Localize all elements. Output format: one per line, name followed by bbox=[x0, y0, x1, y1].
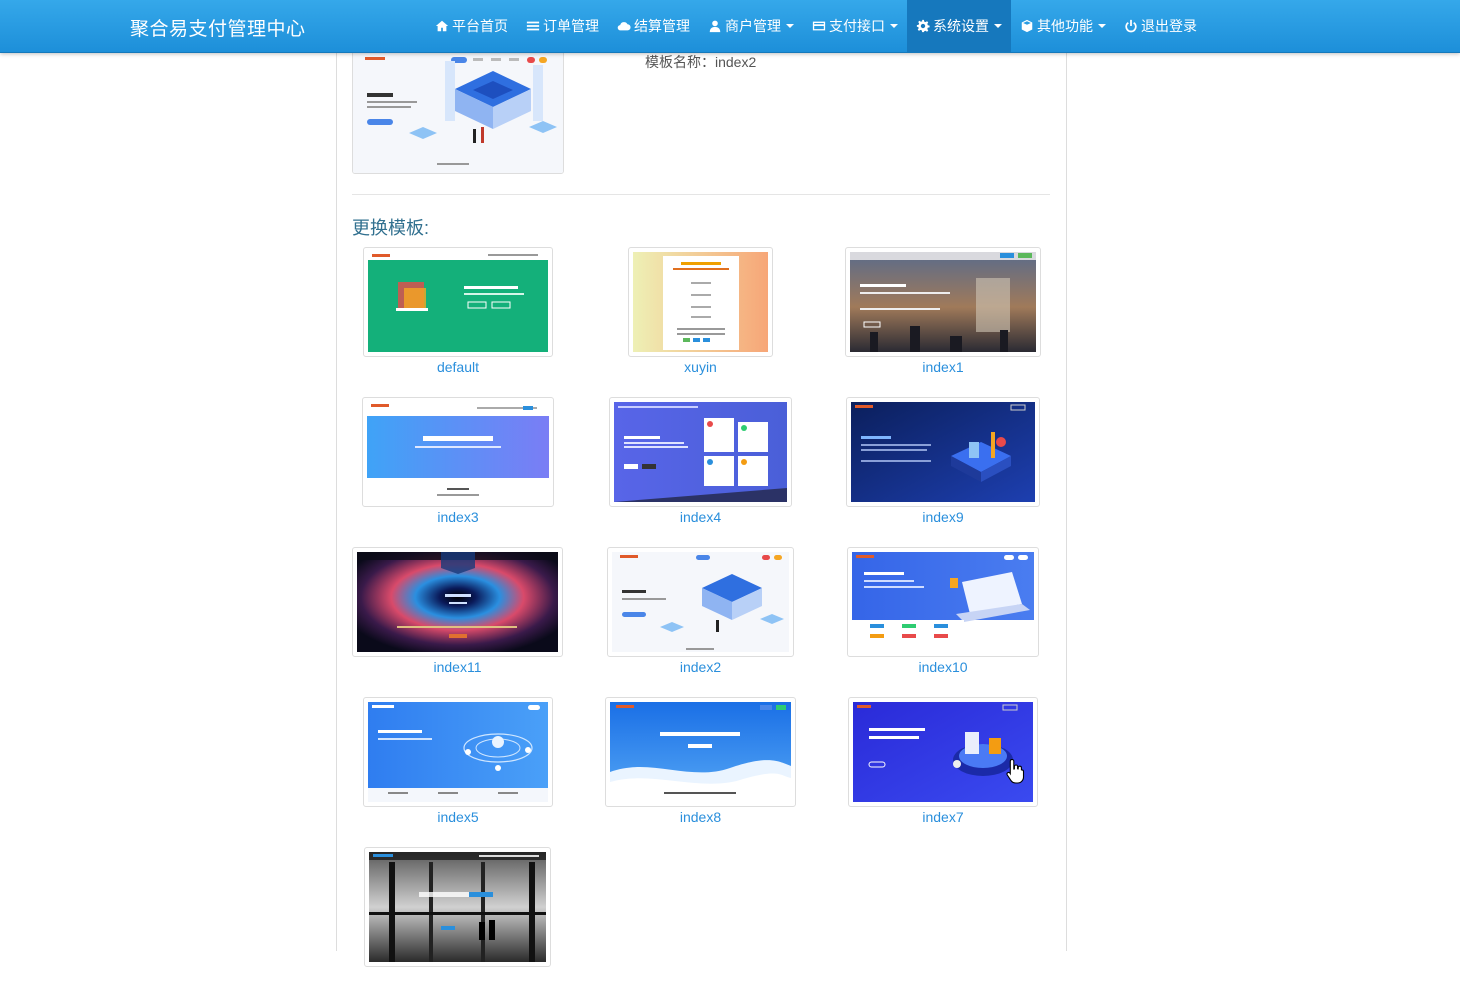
power-icon bbox=[1125, 19, 1137, 33]
change-template-title: 更换模板: bbox=[352, 218, 430, 238]
template-preview-image bbox=[610, 702, 791, 802]
template-name[interactable]: index1 bbox=[845, 359, 1041, 377]
nav-settlement[interactable]: 结算管理 bbox=[608, 0, 699, 52]
cloud-icon bbox=[617, 22, 631, 31]
nav-other[interactable]: 其他功能 bbox=[1011, 0, 1115, 52]
nav-home[interactable]: 平台首页 bbox=[426, 0, 517, 52]
nav-orders[interactable]: 订单管理 bbox=[517, 0, 608, 52]
template-name[interactable]: index10 bbox=[847, 659, 1039, 677]
template-preview-image bbox=[853, 702, 1033, 802]
chevron-down-icon bbox=[890, 24, 898, 28]
current-template-preview bbox=[352, 40, 564, 174]
template-index3[interactable]: index3 bbox=[362, 397, 554, 527]
template-name[interactable]: index11 bbox=[352, 659, 563, 677]
home-icon bbox=[435, 20, 449, 32]
nav-settlement-label: 结算管理 bbox=[634, 18, 690, 34]
template-name[interactable]: index4 bbox=[609, 509, 792, 527]
template-thumbnail[interactable] bbox=[364, 847, 551, 967]
template-thumbnail[interactable] bbox=[628, 247, 773, 357]
template-name[interactable]: index9 bbox=[846, 509, 1040, 527]
cube-icon bbox=[1021, 19, 1033, 33]
nav-logout[interactable]: 退出登录 bbox=[1115, 0, 1206, 52]
template-preview-image bbox=[353, 41, 563, 173]
template-preview-image bbox=[851, 402, 1035, 502]
template-index2[interactable]: index2 bbox=[607, 547, 794, 677]
template-index1[interactable]: index1 bbox=[845, 247, 1041, 377]
template-preview-image bbox=[852, 552, 1034, 652]
nav-other-label: 其他功能 bbox=[1037, 18, 1093, 34]
chevron-down-icon bbox=[1098, 24, 1106, 28]
template-index11[interactable]: index11 bbox=[352, 547, 563, 677]
template-thumbnail[interactable] bbox=[605, 697, 796, 807]
nav-orders-label: 订单管理 bbox=[543, 18, 599, 34]
top-navbar: 聚合易支付管理中心 平台首页 订单管理 结算管理 商户管理 支付接口 系统设置 bbox=[0, 0, 1460, 53]
template-index5[interactable]: index5 bbox=[363, 697, 553, 827]
template-thumbnail[interactable] bbox=[362, 397, 554, 507]
template-name[interactable]: index3 bbox=[362, 509, 554, 527]
template-preview-image bbox=[368, 252, 548, 352]
nav-logout-label: 退出登录 bbox=[1141, 18, 1197, 34]
divider bbox=[352, 194, 1050, 195]
template-preview-image bbox=[633, 252, 768, 352]
template-thumbnail[interactable] bbox=[609, 397, 792, 507]
nav-merchants-label: 商户管理 bbox=[725, 18, 781, 34]
brand-title[interactable]: 聚合易支付管理中心 bbox=[130, 14, 306, 41]
template-thumbnail[interactable] bbox=[845, 247, 1041, 357]
credit-card-icon bbox=[812, 21, 826, 31]
template-thumbnail[interactable] bbox=[352, 547, 563, 657]
main-nav: 平台首页 订单管理 结算管理 商户管理 支付接口 系统设置 其他功能 退出登录 bbox=[426, 0, 1206, 52]
template-xuyin[interactable]: xuyin bbox=[628, 247, 773, 377]
template-thumbnail[interactable] bbox=[607, 547, 794, 657]
template-index4[interactable]: index4 bbox=[609, 397, 792, 527]
template-name[interactable]: index5 bbox=[363, 809, 553, 827]
template-preview-image bbox=[357, 552, 558, 652]
template-index8[interactable]: index8 bbox=[605, 697, 796, 827]
template-preview-image bbox=[368, 702, 548, 802]
hand-cursor-icon bbox=[1006, 758, 1025, 784]
chevron-down-icon bbox=[994, 24, 1002, 28]
nav-payment-api[interactable]: 支付接口 bbox=[803, 0, 907, 52]
template-thumbnail[interactable] bbox=[846, 397, 1040, 507]
template-name[interactable]: xuyin bbox=[628, 359, 773, 377]
template-preview-image bbox=[614, 402, 787, 502]
nav-home-label: 平台首页 bbox=[452, 18, 508, 34]
template-name[interactable]: default bbox=[363, 359, 553, 377]
chevron-down-icon bbox=[786, 24, 794, 28]
template-thumbnail[interactable] bbox=[848, 697, 1038, 807]
template-name[interactable]: index2 bbox=[607, 659, 794, 677]
template-preview-image bbox=[369, 852, 546, 962]
nav-system-settings[interactable]: 系统设置 bbox=[907, 0, 1011, 52]
template-thumbnail[interactable] bbox=[363, 247, 553, 357]
template-preview-image bbox=[367, 402, 549, 502]
template-default[interactable]: default bbox=[363, 247, 553, 377]
gear-icon bbox=[916, 19, 930, 33]
template-thumbnail[interactable] bbox=[847, 547, 1039, 657]
template-index9[interactable]: index9 bbox=[846, 397, 1040, 527]
user-icon bbox=[709, 20, 721, 33]
template-bw-city[interactable] bbox=[364, 847, 551, 987]
nav-payment-api-label: 支付接口 bbox=[829, 18, 885, 34]
template-index10[interactable]: index10 bbox=[847, 547, 1039, 677]
nav-merchants[interactable]: 商户管理 bbox=[699, 0, 803, 52]
list-icon bbox=[526, 21, 540, 31]
template-name[interactable] bbox=[364, 969, 551, 987]
current-template-name: 模板名称：index2 bbox=[645, 54, 757, 70]
template-preview-image bbox=[850, 252, 1036, 352]
template-thumbnail[interactable] bbox=[363, 697, 553, 807]
nav-system-settings-label: 系统设置 bbox=[933, 18, 989, 34]
template-name[interactable]: index7 bbox=[848, 809, 1038, 827]
template-preview-image bbox=[612, 552, 789, 652]
template-name[interactable]: index8 bbox=[605, 809, 796, 827]
